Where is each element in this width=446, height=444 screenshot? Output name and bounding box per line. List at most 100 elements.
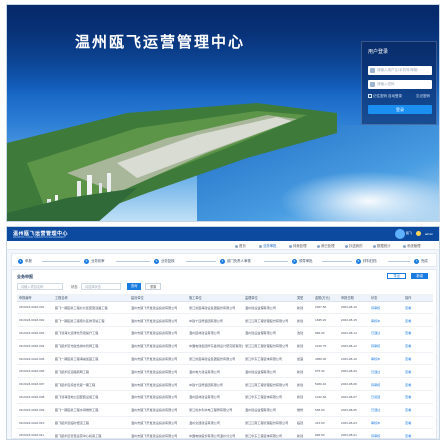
tab-processed[interactable]: 我已处理	[317, 243, 335, 248]
step-connector	[42, 260, 80, 262]
business-panel: 业务申报 导出 新增 请输入项目名称 状态 请选择状态 查询 重置 申报编号 工程…	[11, 269, 437, 439]
status-select[interactable]: 请选择状态	[81, 283, 121, 290]
reset-button[interactable]: 重置	[145, 283, 162, 290]
table-cell: 温州交通建设有限公司	[187, 416, 243, 430]
step-item: 1 申报	[18, 258, 32, 264]
step-label: 领导审批	[299, 259, 313, 263]
app-brand-en: WENZHOU OUFEI OPERATION MANAGEMENT	[13, 236, 66, 239]
table-row[interactable]: OF2023-0018-010 瓯飞起步区临时便道工程 温州市瓯飞开发建设投资有限公…	[17, 416, 433, 430]
table-cell: 2023-08-01	[339, 428, 369, 439]
pending-icon	[289, 244, 292, 248]
column-header: 申报编号	[17, 294, 53, 302]
step-connector	[116, 260, 150, 262]
table-cell: 1432.60	[313, 390, 339, 404]
table-cell: 瓯飞一期围垦工程南片区排涝站工程	[53, 313, 129, 328]
table-cell: 新建	[295, 301, 313, 315]
app-screen: 温州瓯飞运营管理中心 WENZHOU OUFEI OPERATION MANAG…	[6, 226, 440, 440]
tab-pending[interactable]: 待我处理	[289, 243, 307, 248]
table-cell: 温州市瓯飞开发建设投资有限公司	[129, 326, 187, 340]
table-body: OF2023-0018-001 瓯飞一期围垦工程北片区配套道路工程 温州市瓯飞开发建…	[17, 301, 433, 439]
nav-tabs: 首页 业务审批 待我处理 我已处理 抄送我的 数据统计 系统管理	[7, 241, 439, 250]
view-link[interactable]: 查看	[403, 301, 433, 315]
tab-home[interactable]: 首页	[235, 243, 246, 248]
view-link[interactable]: 查看	[403, 339, 433, 353]
table-cell: 瓯飞起步区道路照明工程	[53, 364, 129, 379]
business-table: 申报编号 工程名称 建设单位 施工单位 监理单位 类型 金额(万元) 申报日期 状态 操作 OF2…	[17, 294, 433, 439]
table-row[interactable]: OF2023-0018-009 瓯飞一期围垦工程水闸维修工程 温州市瓯飞开发建设投资…	[17, 403, 433, 417]
table-cell: 2023-08-03	[339, 416, 369, 430]
step-label: 完成	[421, 259, 428, 263]
tab-label: 我已处理	[321, 244, 335, 248]
table-cell: 瓯飞一期围垦工程海堤加固工程	[53, 352, 129, 366]
view-link[interactable]: 查看	[403, 326, 433, 340]
search-button[interactable]: 查询	[127, 283, 142, 290]
table-cell: 新建	[295, 428, 313, 439]
table-cell: 4580.00	[313, 352, 339, 366]
table-row[interactable]: OF2023-0018-005 瓯飞一期围垦工程海堤加固工程 温州市瓯飞开发建设投资…	[17, 352, 433, 366]
table-cell: 临建	[295, 416, 313, 430]
tab-business-approval[interactable]: 业务审批	[259, 243, 277, 248]
chart-icon	[373, 244, 376, 248]
table-cell: 温州市瓯飞开发建设投资有限公司	[129, 313, 187, 328]
table-cell: OF2023-0018-006	[17, 364, 53, 379]
step-number-icon: 5	[292, 259, 297, 264]
new-button[interactable]: 新增	[411, 273, 428, 279]
login-button[interactable]: 登录	[368, 105, 432, 114]
table-cell: 浙江江南工程管理股份有限公司	[243, 416, 295, 430]
column-header: 状态	[369, 294, 403, 302]
column-header: 金额(万元)	[313, 294, 339, 302]
view-link[interactable]: 查看	[403, 364, 433, 379]
table-row[interactable]: OF2023-0018-002 瓯飞一期围垦工程南片区排涝站工程 温州市瓯飞开发建设…	[17, 313, 433, 328]
view-link[interactable]: 查看	[403, 403, 433, 417]
username-field[interactable]: 请输入用户名/手机号/邮箱	[368, 66, 432, 75]
table-cell: 瓯飞起步区临时便道工程	[53, 416, 129, 430]
logo-icon	[395, 229, 405, 239]
remember-checkbox[interactable]: 记住密码 自动登录	[368, 94, 402, 99]
table-cell: 2023-08-12	[339, 339, 369, 353]
filter-bar: 请输入项目名称 状态 请选择状态 查询 重置	[17, 283, 433, 291]
table-cell: 温州市瓯飞开发建设投资有限公司	[129, 403, 187, 417]
table-cell: 瓯飞起步区综合管廊一期工程	[53, 377, 129, 392]
view-link[interactable]: 查看	[403, 390, 433, 404]
workflow-steps: 1 申报 2 业务初审 3 业务复核 4 部门负责人审核 5 领导审批 6 材料归档 7 完成	[11, 253, 437, 267]
table-row[interactable]: OF2023-0018-003 瓯飞滨海大道绿化景观提升工程 温州市瓯飞开发建设投资…	[17, 326, 433, 340]
processed-icon	[317, 244, 320, 248]
table-row[interactable]: OF2023-0018-008 瓯飞滨海湿地公园配套设施工程 温州市瓯飞开发建设投资…	[17, 390, 433, 404]
table-cell: 新建	[295, 377, 313, 392]
tab-cc[interactable]: 抄送我的	[345, 243, 363, 248]
column-header: 操作	[403, 294, 433, 302]
user-icon	[370, 68, 375, 73]
password-field[interactable]: 请输入密码	[368, 80, 432, 89]
table-cell: 浙江华东工程咨询有限公司	[243, 390, 295, 404]
tab-label: 待我处理	[293, 244, 307, 248]
keyword-input[interactable]: 请输入项目名称	[17, 283, 63, 290]
forgot-password-link[interactable]: 忘记密码	[416, 94, 430, 99]
table-cell: 瓯飞起步区市政给排水管网工程	[53, 339, 129, 353]
table-cell: 538.90	[313, 403, 339, 417]
table-cell: 新建	[295, 313, 313, 328]
table-row[interactable]: OF2023-0018-006 瓯飞起步区道路照明工程 温州市瓯飞开发建设投资有限公…	[17, 364, 433, 379]
export-button[interactable]: 导出	[387, 273, 406, 279]
tab-statistics[interactable]: 数据统计	[373, 243, 391, 248]
view-link[interactable]: 查看	[403, 352, 433, 366]
table-row[interactable]: OF2023-0018-007 瓯飞起步区综合管廊一期工程 温州市瓯飞开发建设投资有…	[17, 377, 433, 392]
status-badge: 待审核	[369, 377, 403, 392]
table-row[interactable]: OF2023-0018-001 瓯飞一期围垦工程北片区配套道路工程 温州市瓯飞开发建…	[17, 301, 433, 315]
step-connector	[322, 260, 352, 262]
table-cell: 2023-08-14	[339, 326, 369, 340]
view-link[interactable]: 查看	[403, 377, 433, 392]
column-header: 建设单位	[129, 294, 187, 302]
view-link[interactable]: 查看	[403, 428, 433, 439]
lock-icon	[370, 82, 375, 87]
table-cell: OF2023-0018-001	[17, 301, 53, 315]
table-row[interactable]: OF2023-0018-004 瓯飞起步区市政给排水管网工程 温州市瓯飞开发建设投资…	[17, 339, 433, 353]
step-label: 部门负责人审核	[227, 259, 251, 263]
step-number-icon: 1	[18, 259, 23, 264]
table-row[interactable]: OF2023-0018-011 瓯飞起步区智慧运营中心机房工程 温州市瓯飞开发建设投…	[17, 428, 433, 439]
avatar[interactable]	[416, 231, 421, 236]
view-link[interactable]: 查看	[403, 416, 433, 430]
view-link[interactable]: 查看	[403, 313, 433, 328]
login-screen: 温州瓯飞运营管理中心 用户登录 请输入用户名/手机号/邮箱 请输入密码 记住密码…	[6, 4, 440, 222]
tab-system[interactable]: 系统管理	[403, 243, 421, 248]
user-name[interactable]: admin	[425, 232, 433, 236]
